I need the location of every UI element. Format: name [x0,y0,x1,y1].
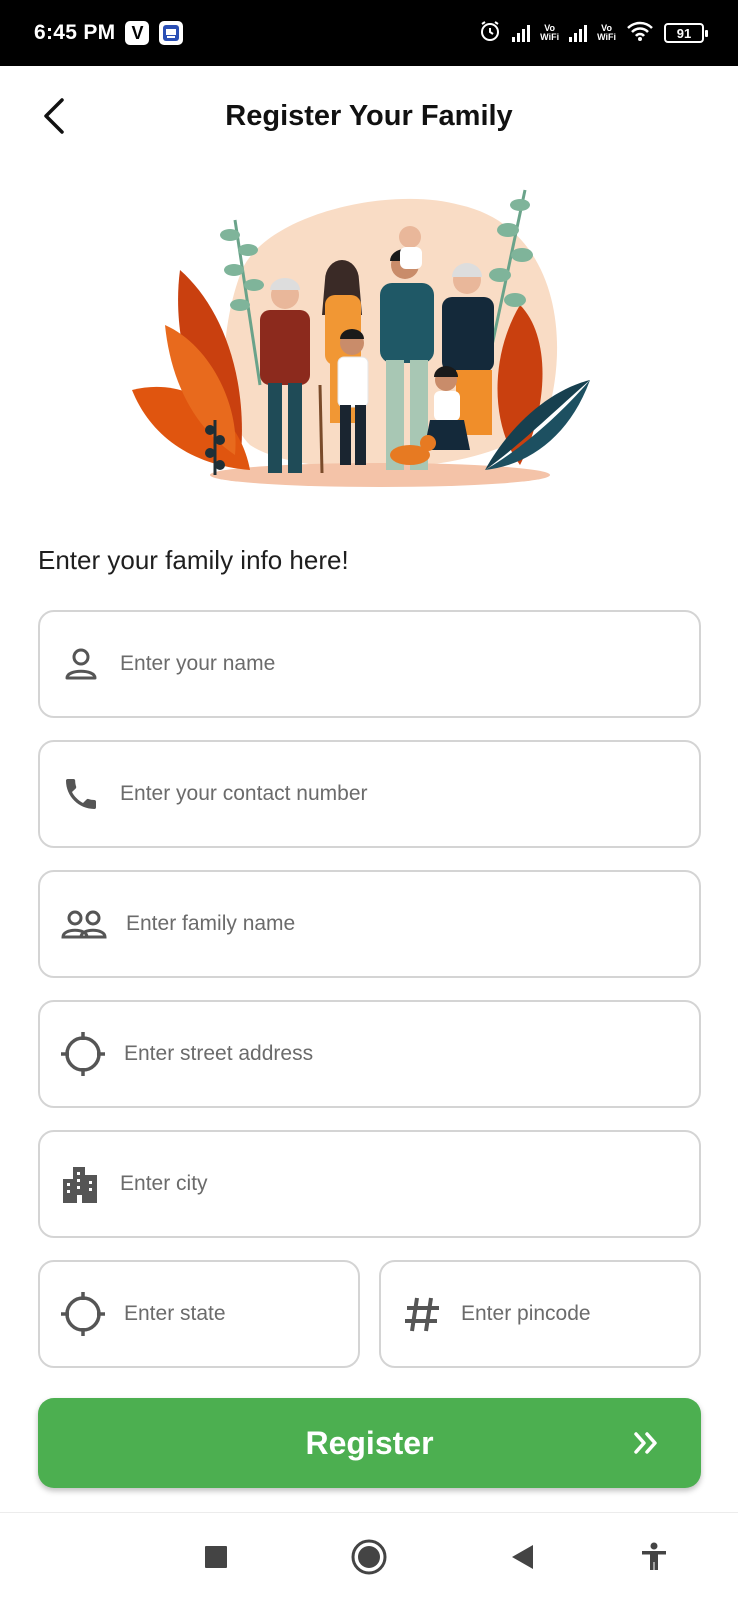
signal-icon-2 [569,24,588,42]
system-nav-bar [0,1512,738,1600]
status-right: Vo WiFi Vo WiFi 91 [478,19,708,48]
city-field[interactable] [38,1130,701,1238]
triangle-back-icon [512,1545,533,1569]
hash-icon [401,1290,443,1338]
vowifi-label-2: Vo WiFi [597,23,616,42]
person-icon [60,640,102,688]
signal-icon [512,24,531,42]
recents-button[interactable] [194,1535,238,1579]
state-input[interactable] [124,1302,358,1326]
app-notification-icon: V [125,21,150,45]
accessibility-button[interactable] [632,1535,676,1579]
street-address-field[interactable] [38,1000,701,1108]
status-bar: 6:45 PM V Vo WiFi Vo WiFi 91 [0,0,738,66]
crosshair-icon [60,1030,106,1078]
app-notification-icon-2 [159,21,184,45]
nav-back-button[interactable] [500,1535,544,1579]
name-input[interactable] [120,652,699,676]
battery-indicator: 91 [664,23,708,43]
state-field[interactable] [38,1260,360,1368]
status-left: 6:45 PM V [34,21,184,45]
family-illustration [130,175,610,505]
family-name-field[interactable] [38,870,701,978]
city-icon [60,1160,102,1208]
crosshair-icon [60,1290,106,1338]
contact-field[interactable] [38,740,701,848]
square-icon [205,1546,227,1568]
name-field[interactable] [38,610,701,718]
double-chevron-right-icon [631,1428,661,1463]
header: Register Your Family [0,66,738,170]
register-family-screen: 6:45 PM V Vo WiFi Vo WiFi 91 Register Your… [0,0,738,1600]
circle-home-icon [351,1539,387,1575]
family-name-input[interactable] [126,912,699,936]
alarm-icon [478,19,502,48]
wifi-icon [626,20,654,47]
form-intro-text: Enter your family info here! [38,545,349,575]
vowifi-label-1: Vo WiFi [540,23,560,42]
register-button-label: Register [305,1424,434,1461]
register-button[interactable]: Register [38,1398,701,1488]
home-button[interactable] [347,1535,391,1579]
street-address-input[interactable] [124,1042,699,1066]
pincode-input[interactable] [461,1302,699,1326]
phone-icon [60,770,102,818]
accessibility-icon [642,1542,666,1570]
contact-input[interactable] [120,782,699,806]
pincode-field[interactable] [379,1260,701,1368]
status-time: 6:45 PM [34,21,116,44]
city-input[interactable] [120,1172,699,1196]
group-icon [60,900,108,948]
page-title: Register Your Family [225,100,513,132]
